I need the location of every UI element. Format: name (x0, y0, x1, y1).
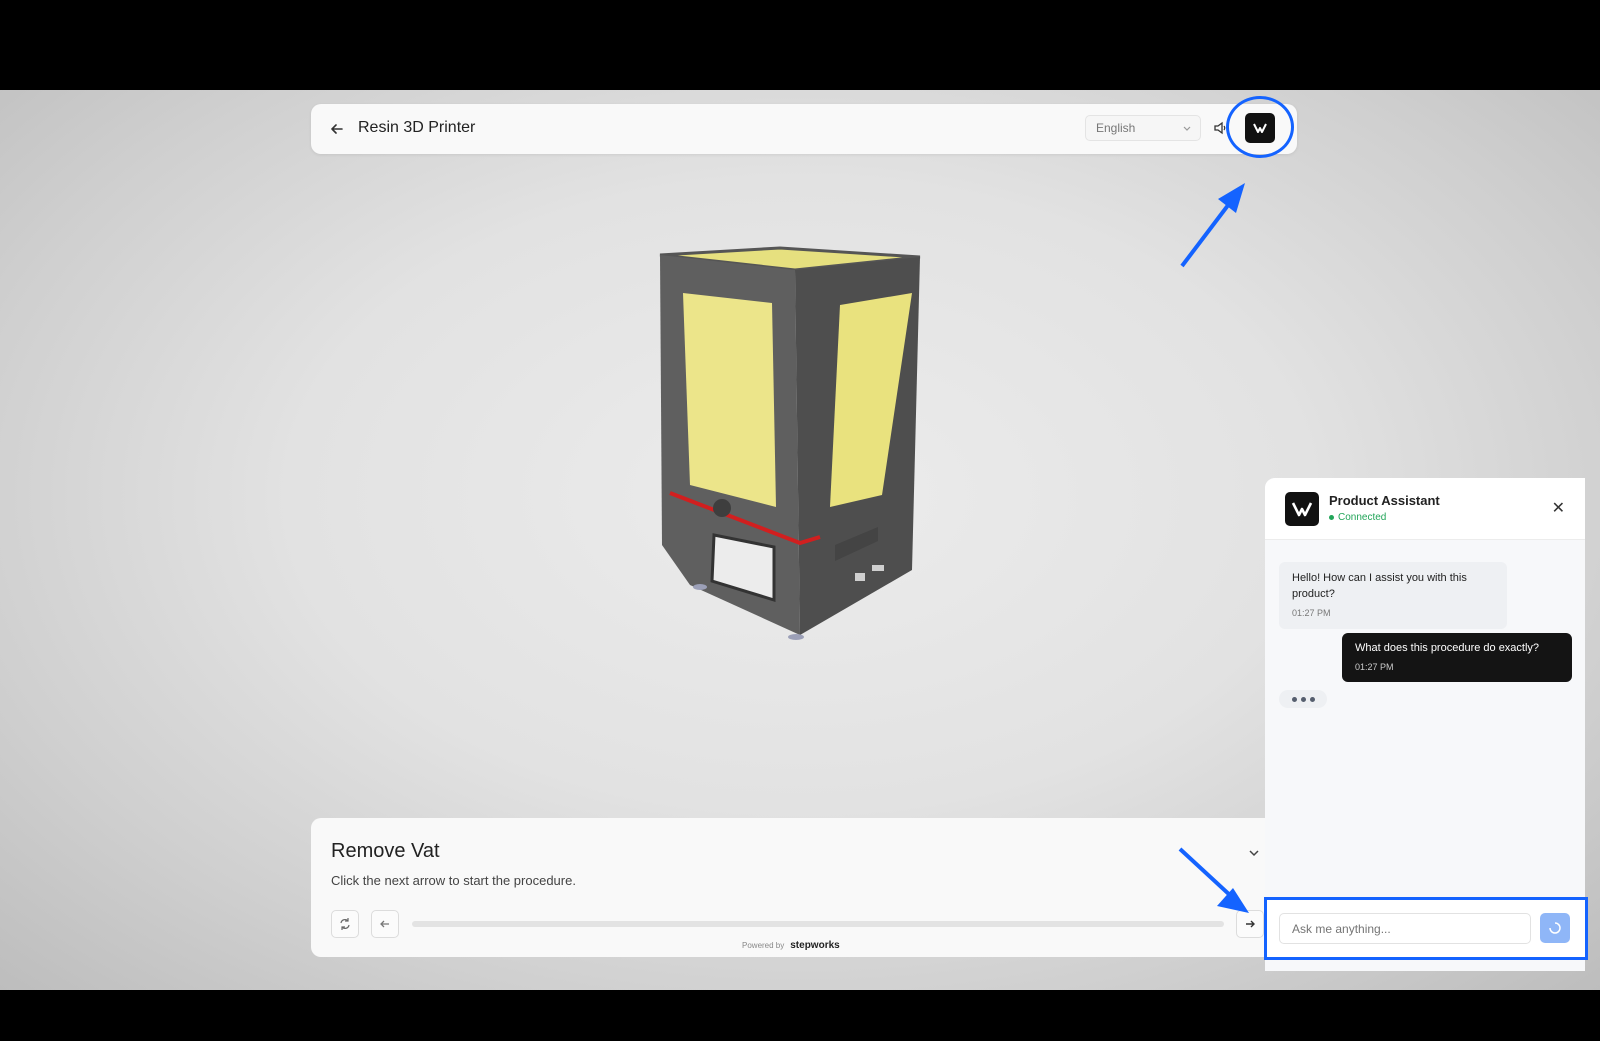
chevron-down-icon (1183, 126, 1191, 131)
top-bar: Resin 3D Printer English (311, 104, 1297, 154)
restart-icon (340, 918, 350, 930)
message-text: Hello! How can I assist you with this pr… (1292, 572, 1467, 600)
message-text: What does this procedure do exactly? (1355, 642, 1540, 654)
status-text: Connected (1338, 512, 1387, 523)
viewer-scene[interactable]: Resin 3D Printer English Remove Vat Clic… (0, 90, 1600, 990)
assistant-message: Hello! How can I assist you with this pr… (1279, 562, 1507, 629)
send-button[interactable] (1540, 913, 1570, 943)
typing-indicator (1279, 690, 1327, 708)
collapse-chevron-icon[interactable] (1248, 846, 1260, 864)
procedure-step-panel: Remove Vat Click the next arrow to start… (311, 818, 1269, 957)
message-time: 01:27 PM (1355, 662, 1394, 672)
close-icon[interactable]: ✕ (1552, 498, 1565, 518)
step-progress-bar[interactable] (412, 921, 1224, 927)
step-title: Remove Vat (331, 840, 440, 862)
language-select-value: English (1096, 121, 1136, 135)
step-description: Click the next arrow to start the proced… (331, 873, 576, 888)
powered-by-label: Powered by (742, 941, 785, 950)
status-dot-icon (1329, 515, 1334, 520)
connection-status: Connected (1329, 512, 1386, 523)
loading-spinner-icon (1549, 922, 1561, 934)
arrow-right-icon (1246, 920, 1255, 928)
restart-button[interactable] (331, 910, 359, 938)
assistant-name: Product Assistant (1329, 493, 1440, 508)
brand-logo-icon (1291, 502, 1313, 517)
message-time: 01:27 PM (1292, 608, 1331, 618)
chat-input[interactable] (1279, 913, 1531, 944)
assistant-avatar (1285, 492, 1319, 526)
previous-step-button[interactable] (371, 910, 399, 938)
back-arrow-icon[interactable] (325, 117, 349, 141)
user-message: What does this procedure do exactly? 01:… (1342, 633, 1572, 682)
powered-by: Powered by stepworks (742, 940, 840, 951)
chat-header: Product Assistant Connected ✕ (1265, 478, 1585, 540)
highlight-circle (1226, 96, 1294, 158)
page-title: Resin 3D Printer (358, 119, 476, 136)
arrow-left-icon (380, 920, 389, 928)
next-step-button[interactable] (1236, 910, 1264, 938)
printer-3d-model[interactable] (650, 245, 940, 645)
language-select[interactable]: English (1085, 115, 1201, 141)
stepworks-logo: stepworks (790, 940, 840, 951)
chat-input-area (1264, 897, 1588, 960)
